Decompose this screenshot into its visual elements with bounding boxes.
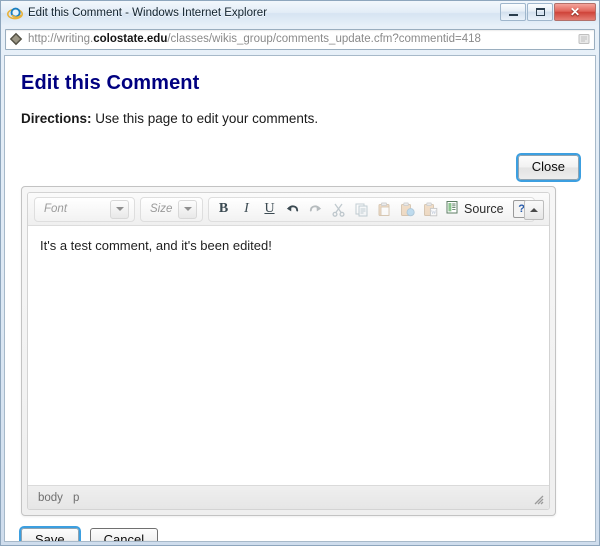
rich-text-editor: Font Size B I U W Source ? It's a test c… xyxy=(21,186,556,516)
editor-toolbar: Font Size B I U W Source ? xyxy=(28,193,549,226)
editor-inner: Font Size B I U W Source ? It's a test c… xyxy=(27,192,550,510)
paste-from-word-icon[interactable]: W xyxy=(419,199,442,220)
paste-icon[interactable] xyxy=(373,199,396,220)
collapse-toolbar-icon[interactable] xyxy=(524,200,544,220)
window-title-bar: Edit this Comment - Windows Internet Exp… xyxy=(1,1,599,25)
svg-text:W: W xyxy=(431,210,437,216)
editor-content-area[interactable]: It's a test comment, and it's been edite… xyxy=(28,226,549,485)
close-page-button[interactable]: Close xyxy=(515,152,582,183)
font-family-dropdown[interactable]: Font xyxy=(38,199,131,220)
source-label: Source xyxy=(464,202,504,216)
chevron-down-icon xyxy=(110,199,129,219)
element-path-p[interactable]: p xyxy=(73,492,79,504)
url-host-bold: colostate.edu xyxy=(93,33,168,45)
underline-button[interactable]: U xyxy=(258,199,281,220)
font-size-dropdown[interactable]: Size xyxy=(144,199,199,220)
cut-scissors-icon[interactable] xyxy=(327,199,350,220)
page-title: Edit this Comment xyxy=(21,72,200,94)
paste-as-plain-text-icon[interactable] xyxy=(396,199,419,220)
form-actions: Save Cancel xyxy=(19,525,159,541)
undo-arrow-icon[interactable] xyxy=(281,199,304,220)
directions-label: Directions: xyxy=(21,111,92,126)
url-host-plain: writing. xyxy=(56,33,94,45)
italic-button[interactable]: I xyxy=(235,199,258,220)
window-title-text: Edit this Comment - Windows Internet Exp… xyxy=(28,7,268,19)
editor-status-bar: body p xyxy=(28,485,549,509)
save-button[interactable]: Save xyxy=(19,525,81,541)
minimize-button[interactable] xyxy=(500,3,526,21)
page-compatibility-icon[interactable] xyxy=(576,31,592,47)
browser-window: Edit this Comment - Windows Internet Exp… xyxy=(0,0,600,546)
redo-arrow-icon[interactable] xyxy=(304,199,327,220)
window-controls: ✕ xyxy=(500,3,596,21)
close-action-wrap: Close xyxy=(515,152,582,183)
minimize-icon xyxy=(508,14,518,16)
directions-body: Use this page to edit your comments. xyxy=(91,111,319,126)
close-icon: ✕ xyxy=(569,5,581,19)
url-path: /classes/wikis_group/comments_update.cfm… xyxy=(167,33,481,45)
font-family-label: Font xyxy=(44,203,68,215)
address-bar-row: http://writing.colostate.edu/classes/wik… xyxy=(1,25,599,55)
close-window-button[interactable]: ✕ xyxy=(554,3,596,21)
source-button[interactable]: Source xyxy=(442,199,508,220)
internet-explorer-icon xyxy=(7,5,23,21)
editor-paragraph: It's a test comment, and it's been edite… xyxy=(40,238,272,253)
cancel-button[interactable]: Cancel xyxy=(89,528,159,541)
font-size-label: Size xyxy=(150,203,173,215)
element-path-body[interactable]: body xyxy=(38,492,63,504)
site-favicon-diamond-icon xyxy=(9,32,23,46)
address-bar[interactable]: http://writing.colostate.edu/classes/wik… xyxy=(5,28,595,50)
address-bar-url: http://writing.colostate.edu/classes/wik… xyxy=(28,33,576,45)
page-content: Edit this Comment Directions: Use this p… xyxy=(4,55,596,542)
toolbar-group-font: Font xyxy=(34,196,135,222)
copy-icon[interactable] xyxy=(350,199,373,220)
toolbar-group-actions: B I U W Source ? xyxy=(208,196,535,222)
maximize-button[interactable] xyxy=(527,3,553,21)
directions-text: Directions: Use this page to edit your c… xyxy=(21,111,595,126)
toolbar-group-size: Size xyxy=(140,196,203,222)
url-scheme: http:// xyxy=(28,33,57,45)
resize-grip-icon[interactable] xyxy=(531,492,545,506)
source-document-icon xyxy=(445,200,459,219)
bold-button[interactable]: B xyxy=(212,199,235,220)
chevron-down-icon xyxy=(178,199,197,219)
maximize-icon xyxy=(535,8,545,16)
